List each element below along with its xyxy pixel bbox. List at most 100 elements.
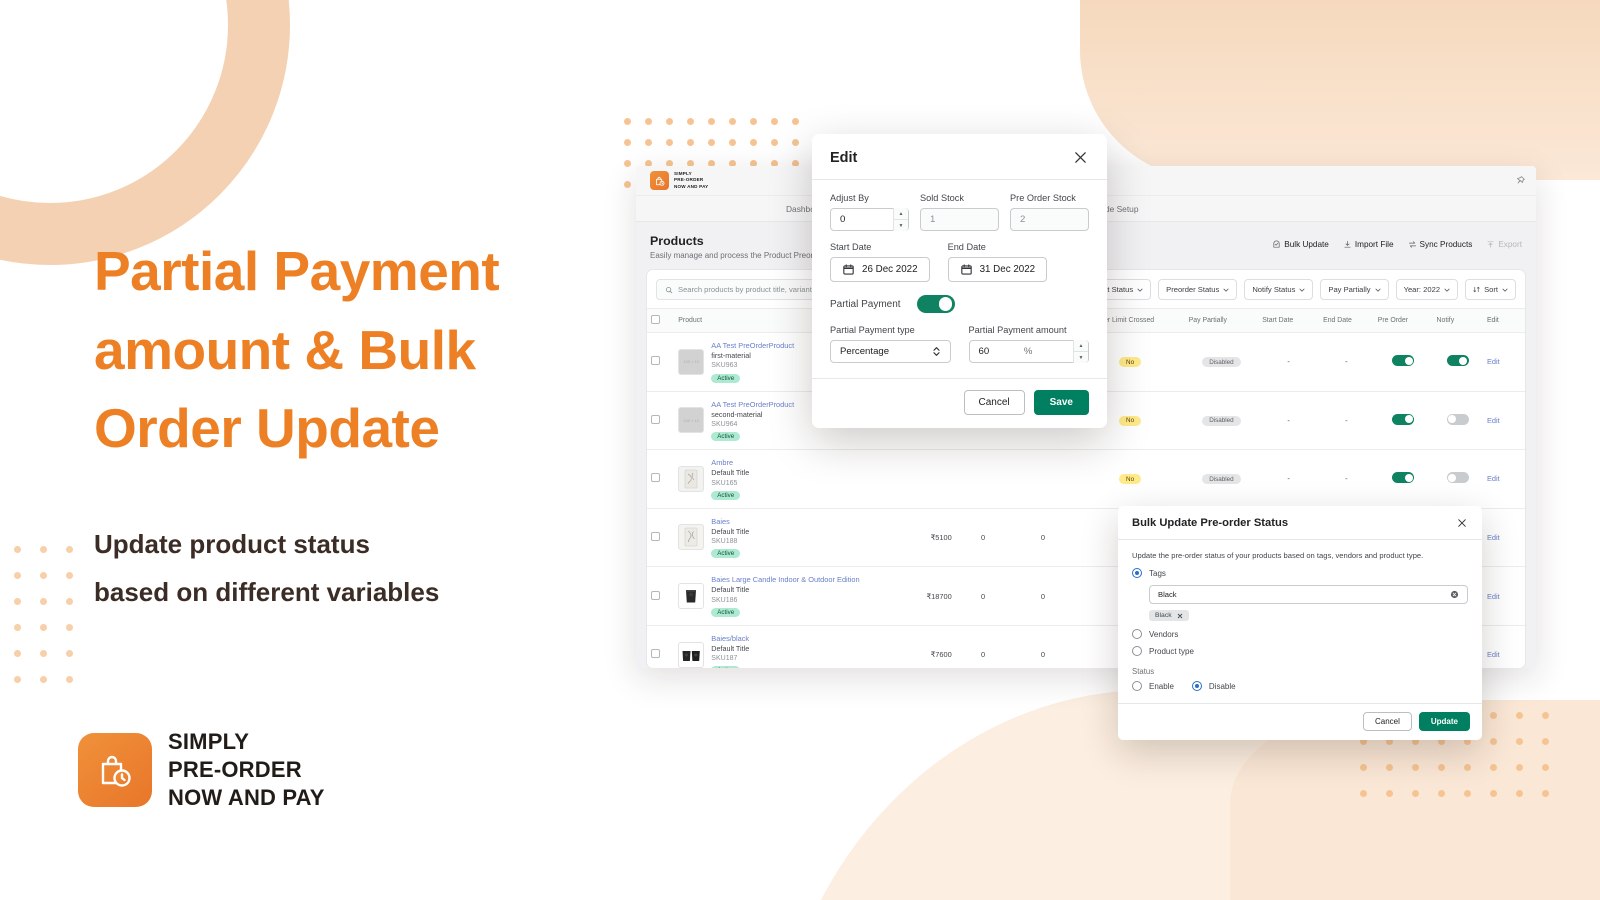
filter-preorder-status-label: Preorder Status — [1166, 285, 1220, 294]
partial-payment-amount-value: 60 — [978, 346, 990, 357]
row-edit[interactable]: Edit — [1482, 449, 1525, 509]
page-subtitle: Easily manage and process the Product Pr… — [650, 251, 829, 260]
edit-link[interactable]: Edit — [1487, 650, 1500, 659]
end-date-value: 31 Dec 2022 — [979, 264, 1036, 275]
partial-payment-row: Partial Payment — [830, 295, 1089, 313]
pin-icon[interactable] — [1515, 175, 1526, 186]
start-date-input[interactable]: 26 Dec 2022 — [830, 257, 930, 282]
pre-order-toggle[interactable] — [1392, 472, 1415, 484]
product-name[interactable]: Baies — [711, 517, 749, 527]
brand-line-2: PRE-ORDER — [168, 757, 302, 783]
bulk-update-submit-button[interactable]: Update — [1418, 712, 1470, 731]
stepper-up-icon[interactable]: ▲ — [1073, 340, 1088, 352]
bulk-update-button[interactable]: Bulk Update — [1272, 240, 1329, 249]
edit-link[interactable]: Edit — [1487, 474, 1500, 483]
limit-crossed-pill: No — [1119, 415, 1142, 426]
notify-toggle[interactable] — [1446, 472, 1469, 484]
ring-decoration-top-left — [0, 0, 290, 265]
radio-option-product-type[interactable]: Product type — [1132, 646, 1468, 656]
pre-order-toggle[interactable] — [1392, 355, 1415, 367]
product-name[interactable]: AA Test PreOrderProduct — [711, 400, 794, 410]
product-type-radio[interactable] — [1132, 646, 1142, 656]
notify-toggle[interactable] — [1446, 413, 1469, 425]
tag-chip-black[interactable]: Black — [1149, 610, 1189, 621]
stepper-down-icon[interactable]: ▼ — [894, 220, 908, 231]
radio-option-enable[interactable]: Enable — [1132, 681, 1174, 691]
radio-option-vendors[interactable]: Vendors — [1132, 629, 1468, 639]
product-variant: second-material — [711, 409, 763, 419]
close-icon[interactable] — [1177, 613, 1183, 619]
bulk-cancel-button[interactable]: Cancel — [1362, 712, 1412, 731]
product-name[interactable]: Baies/black — [711, 634, 749, 644]
radio-option-disable[interactable]: Disable — [1191, 681, 1236, 691]
partial-payment-amount-input[interactable]: 60 % ▲ ▼ — [968, 340, 1089, 363]
row-product: Ambre Default Title SKU165 Active — [674, 449, 885, 509]
close-icon[interactable] — [1456, 517, 1468, 529]
filter-year[interactable]: Year: 2022 — [1395, 279, 1459, 300]
edit-link[interactable]: Edit — [1487, 533, 1500, 542]
export-icon — [1487, 241, 1494, 248]
adjust-by-stepper[interactable]: ▲ ▼ — [893, 208, 908, 231]
sync-products-button[interactable]: Sync Products — [1408, 240, 1472, 249]
tags-input[interactable]: Black — [1149, 585, 1468, 604]
chevron-down-icon — [1137, 288, 1143, 292]
partial-payment-toggle[interactable] — [916, 295, 955, 313]
edit-link[interactable]: Edit — [1487, 416, 1500, 425]
row-notify[interactable] — [1432, 449, 1483, 509]
tags-radio[interactable] — [1132, 568, 1142, 578]
radio-option-tags[interactable]: Tags — [1132, 568, 1468, 578]
row-pre-order[interactable] — [1373, 391, 1433, 451]
disable-radio[interactable] — [1191, 681, 1202, 691]
product-sku: SKU963 — [711, 362, 738, 370]
partial-payment-type-select[interactable]: Percentage — [830, 340, 951, 363]
row-select[interactable] — [647, 625, 675, 668]
product-thumbnail: 100 × 10 — [678, 348, 705, 375]
product-name[interactable]: Baies Large Candle Indoor & Outdoor Edit… — [711, 575, 859, 585]
row-edit[interactable]: Edit — [1482, 566, 1525, 626]
edit-modal-header: Edit — [812, 134, 1107, 180]
edit-link[interactable]: Edit — [1487, 592, 1500, 601]
stepper-down-icon[interactable]: ▼ — [1073, 352, 1088, 363]
status-badge: Active — [711, 490, 741, 500]
vendors-radio[interactable] — [1132, 629, 1142, 639]
enable-radio[interactable] — [1132, 681, 1142, 691]
save-button[interactable]: Save — [1033, 390, 1089, 415]
filter-preorder-status[interactable]: Preorder Status — [1158, 279, 1238, 300]
row-notify[interactable] — [1432, 391, 1483, 451]
import-file-button[interactable]: Import File — [1343, 240, 1394, 249]
end-date-input[interactable]: 31 Dec 2022 — [947, 257, 1048, 282]
partial-payment-type-label: Partial Payment type — [830, 325, 915, 335]
edit-link[interactable]: Edit — [1487, 357, 1500, 366]
row-notify[interactable] — [1432, 332, 1483, 392]
row-edit[interactable]: Edit — [1482, 625, 1525, 668]
filter-notify-status[interactable]: Notify Status — [1244, 279, 1314, 300]
dot-grid-left — [14, 546, 92, 702]
close-icon[interactable] — [1072, 149, 1089, 166]
row-end-date: - — [1319, 332, 1374, 392]
table-row[interactable]: Ambre Default Title SKU165 Active No Dis… — [647, 449, 1525, 509]
product-name[interactable]: Ambre — [711, 458, 749, 468]
sort-button[interactable]: Sort — [1465, 279, 1516, 300]
tags-radio-label: Tags — [1149, 568, 1166, 578]
export-button[interactable]: Export — [1486, 240, 1522, 249]
row-price: ₹18700 — [884, 566, 956, 626]
product-name[interactable]: AA Test PreOrderProduct — [711, 341, 794, 351]
pre-order-toggle[interactable] — [1392, 413, 1415, 425]
chevron-down-icon — [1223, 288, 1229, 292]
bulk-modal-body: Update the pre-order status of your prod… — [1118, 540, 1482, 703]
adjust-by-input[interactable]: 0 ▲ ▼ — [830, 208, 909, 231]
cancel-button[interactable]: Cancel — [963, 390, 1025, 415]
vendors-radio-label: Vendors — [1149, 629, 1179, 639]
row-edit[interactable]: Edit — [1482, 391, 1525, 451]
stepper-up-icon[interactable]: ▲ — [894, 208, 908, 220]
row-edit[interactable]: Edit — [1482, 508, 1525, 568]
filter-pay-partially[interactable]: Pay Partially — [1320, 279, 1389, 300]
row-price: ₹5100 — [884, 508, 956, 568]
row-pre-order[interactable] — [1373, 332, 1433, 392]
partial-payment-amount-stepper[interactable]: ▲ ▼ — [1072, 340, 1088, 363]
notify-toggle[interactable] — [1446, 355, 1469, 367]
clear-circle-icon[interactable] — [1450, 590, 1459, 599]
row-pre-order[interactable] — [1373, 449, 1433, 509]
row-edit[interactable]: Edit — [1482, 332, 1525, 392]
row-checkbox[interactable] — [651, 649, 660, 659]
